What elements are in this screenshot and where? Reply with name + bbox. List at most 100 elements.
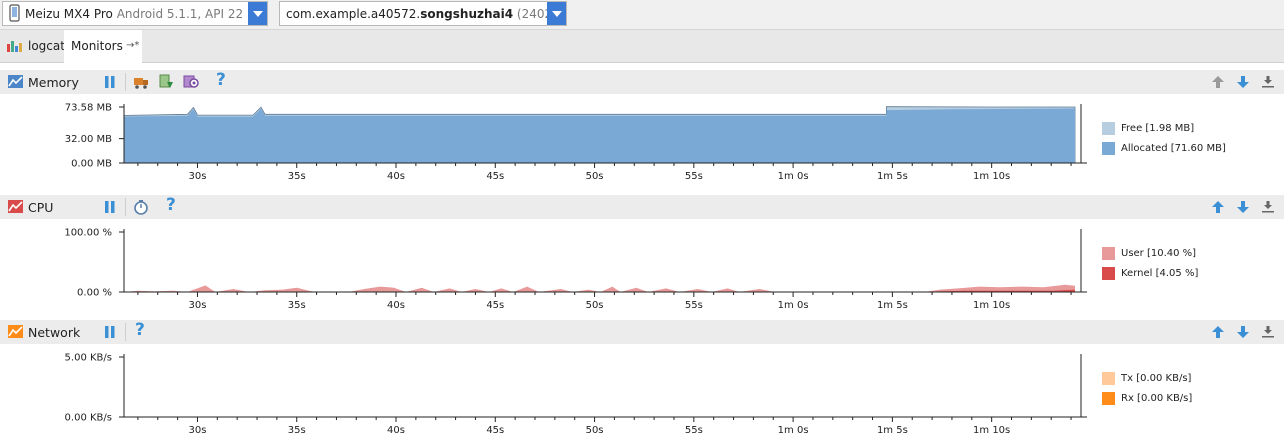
legend-label: User [10.40 %] — [1121, 248, 1197, 259]
tab-logcat[interactable]: logcat — [4, 30, 65, 62]
process-package: songshuzhai4 — [420, 7, 514, 21]
cpu-chart: 100.00 % 0.00 % 30s 35s 40s 45s 50s 55s 1m 0s 1m … — [64, 228, 1087, 311]
tab-monitors-label: Monitors — [71, 39, 123, 53]
y-tick-label: 0.00 MB — [71, 159, 112, 170]
network-title: Network — [28, 325, 81, 340]
x-tick-label: 30s — [188, 425, 206, 436]
legend-swatch — [1102, 392, 1115, 405]
device-dropdown-chevron-down-icon[interactable] — [248, 2, 267, 25]
legend-label: Kernel [4.05 %] — [1121, 268, 1199, 279]
arrow-down-icon[interactable] — [1236, 200, 1250, 214]
x-tick-label: 45s — [486, 425, 504, 436]
x-tick-label: 40s — [387, 171, 405, 182]
x-tick-label: 40s — [387, 300, 405, 311]
arrow-down-icon[interactable] — [1236, 325, 1250, 339]
memory-panel-header: Memory ? — [0, 70, 1284, 94]
memory-title: Memory — [28, 75, 79, 90]
x-tick-label: 1m 5s — [877, 171, 908, 182]
tab-monitors[interactable]: Monitors →* — [64, 30, 142, 63]
minimize-icon[interactable] — [1261, 75, 1275, 89]
x-tick-label: 1m 5s — [877, 425, 908, 436]
legend-swatch — [1102, 142, 1115, 155]
y-tick-label: 5.00 KB/s — [65, 353, 112, 364]
x-tick-label: 30s — [188, 300, 206, 311]
pause-icon[interactable] — [104, 325, 116, 339]
network-chart: 5.00 KB/s 0.00 KB/s 30s 35s 40s 45s 50s 55s 1m 0… — [65, 353, 1087, 436]
toolbar-separator — [125, 323, 126, 341]
x-tick-label: 50s — [586, 300, 604, 311]
help-icon[interactable]: ? — [166, 195, 176, 215]
process-prefix: com.example.a40572. — [286, 7, 421, 21]
arrow-up-icon[interactable] — [1211, 200, 1225, 214]
legend-swatch — [1102, 267, 1115, 280]
device-selector[interactable]: Meizu MX4 Pro Android 5.1.1, API 22 — [2, 1, 268, 26]
arrow-up-icon[interactable] — [1211, 325, 1225, 339]
help-icon[interactable]: ? — [135, 320, 145, 340]
minimize-icon[interactable] — [1261, 200, 1275, 214]
x-tick-label: 45s — [486, 300, 504, 311]
legend-label: Rx [0.00 KB/s] — [1121, 393, 1193, 404]
cpu-panel-header: CPU ? — [0, 195, 1284, 219]
toolbar-separator — [125, 198, 126, 216]
method-trace-icon[interactable] — [133, 199, 149, 215]
memory-icon — [8, 75, 23, 88]
x-tick-label: 1m 5s — [877, 300, 908, 311]
x-tick-label: 40s — [387, 425, 405, 436]
dump-heap-icon[interactable] — [158, 74, 174, 90]
x-tick-label: 45s — [486, 171, 504, 182]
y-tick-label: 0.00 KB/s — [65, 413, 112, 424]
device-detail: Android 5.1.1, API 22 — [116, 7, 244, 21]
x-tick-label: 1m 10s — [973, 425, 1010, 436]
phone-icon — [9, 4, 20, 22]
pause-icon[interactable] — [104, 75, 116, 89]
x-tick-label: 50s — [586, 171, 604, 182]
cpu-chart-area: 100.00 % 0.00 % 30s 35s 40s 45s 50s 55s 1m 0s 1m … — [0, 219, 1284, 319]
y-tick-label: 100.00 % — [64, 228, 112, 239]
minimize-icon[interactable] — [1261, 325, 1275, 339]
network-chart-area: 5.00 KB/s 0.00 KB/s 30s 35s 40s 45s 50s 55s 1m 0… — [0, 344, 1284, 444]
toolbar-separator — [125, 73, 126, 91]
network-icon — [8, 325, 23, 338]
allocation-tracker-icon[interactable] — [183, 74, 199, 90]
pause-icon[interactable] — [104, 200, 116, 214]
cpu-title: CPU — [28, 200, 54, 215]
x-tick-label: 1m 10s — [973, 171, 1010, 182]
arrow-up-icon[interactable] — [1211, 75, 1225, 89]
tool-tabs: logcat Monitors →* — [0, 30, 1284, 63]
process-selector[interactable]: com.example.a40572.songshuzhai4 (24027) — [279, 1, 567, 26]
device-toolbar: Meizu MX4 Pro Android 5.1.1, API 22 com.… — [0, 0, 1284, 30]
gc-truck-icon[interactable] — [133, 75, 149, 89]
device-name: Meizu MX4 Pro — [25, 7, 113, 21]
x-tick-label: 1m 0s — [778, 425, 809, 436]
x-tick-label: 55s — [685, 425, 703, 436]
series-area-0 — [124, 284, 1075, 292]
y-tick-label: 32.00 MB — [65, 134, 112, 145]
x-tick-label: 50s — [586, 425, 604, 436]
x-tick-label: 35s — [288, 300, 306, 311]
y-tick-label: 73.58 MB — [65, 103, 112, 114]
x-tick-label: 1m 10s — [973, 300, 1010, 311]
x-tick-label: 1m 0s — [778, 171, 809, 182]
tab-logcat-label: logcat — [28, 39, 65, 53]
x-tick-label: 30s — [188, 171, 206, 182]
process-dropdown-chevron-down-icon[interactable] — [547, 2, 566, 25]
x-tick-label: 1m 0s — [778, 300, 809, 311]
legend-swatch — [1102, 247, 1115, 260]
x-tick-label: 35s — [288, 171, 306, 182]
legend-label: Allocated [71.60 MB] — [1121, 143, 1226, 154]
legend-label: Free [1.98 MB] — [1121, 123, 1195, 134]
memory-chart: 73.58 MB 32.00 MB 0.00 MB 30s 35s 40s 45s 50s 55… — [65, 103, 1087, 182]
x-tick-label: 55s — [685, 171, 703, 182]
tab-monitors-pin-icon[interactable]: →* — [126, 30, 139, 62]
legend-swatch — [1102, 372, 1115, 385]
cpu-icon — [8, 200, 23, 213]
arrow-down-icon[interactable] — [1236, 75, 1250, 89]
x-tick-label: 55s — [685, 300, 703, 311]
legend-swatch — [1102, 122, 1115, 135]
series-area-1 — [124, 108, 1075, 163]
help-icon[interactable]: ? — [216, 70, 226, 90]
memory-chart-area: 73.58 MB 32.00 MB 0.00 MB 30s 35s 40s 45s 50s 55… — [0, 94, 1284, 194]
y-tick-label: 0.00 % — [77, 288, 112, 299]
legend-label: Tx [0.00 KB/s] — [1121, 373, 1192, 384]
network-panel-header: Network ? — [0, 320, 1284, 344]
